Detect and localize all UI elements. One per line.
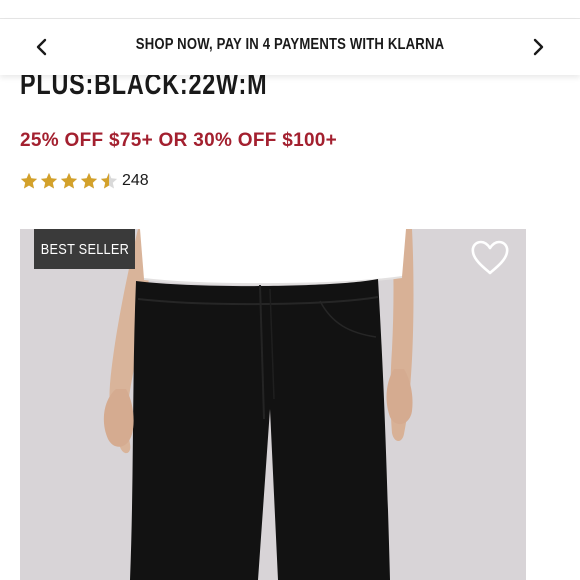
heart-icon: [471, 240, 509, 275]
star-half-icon: [100, 172, 118, 189]
review-count[interactable]: 248: [122, 172, 149, 190]
browser-top-area: [0, 0, 580, 19]
discount-offer: 25% OFF $75+ OR 30% OFF $100+: [20, 130, 338, 151]
promo-next-button[interactable]: [524, 33, 552, 61]
star-full-icon: [40, 172, 58, 189]
best-seller-badge-label: BEST SELLER: [40, 240, 129, 258]
star-full-icon: [60, 172, 78, 189]
wishlist-button[interactable]: [470, 239, 510, 277]
chevron-right-icon: [533, 38, 544, 56]
rating-stars: [20, 172, 118, 190]
promo-banner: SHOP NOW, PAY IN 4 PAYMENTS WITH KLARNA: [0, 19, 580, 75]
star-full-icon: [80, 172, 98, 189]
promo-prev-button[interactable]: [28, 33, 56, 61]
product-image[interactable]: BEST SELLER: [20, 229, 526, 580]
promo-text[interactable]: SHOP NOW, PAY IN 4 PAYMENTS WITH KLARNA: [118, 36, 462, 54]
star-full-icon: [20, 172, 38, 189]
chevron-left-icon: [36, 38, 47, 56]
product-photo: [20, 229, 526, 580]
best-seller-badge: BEST SELLER: [34, 229, 135, 269]
product-rating[interactable]: 248: [20, 170, 149, 192]
